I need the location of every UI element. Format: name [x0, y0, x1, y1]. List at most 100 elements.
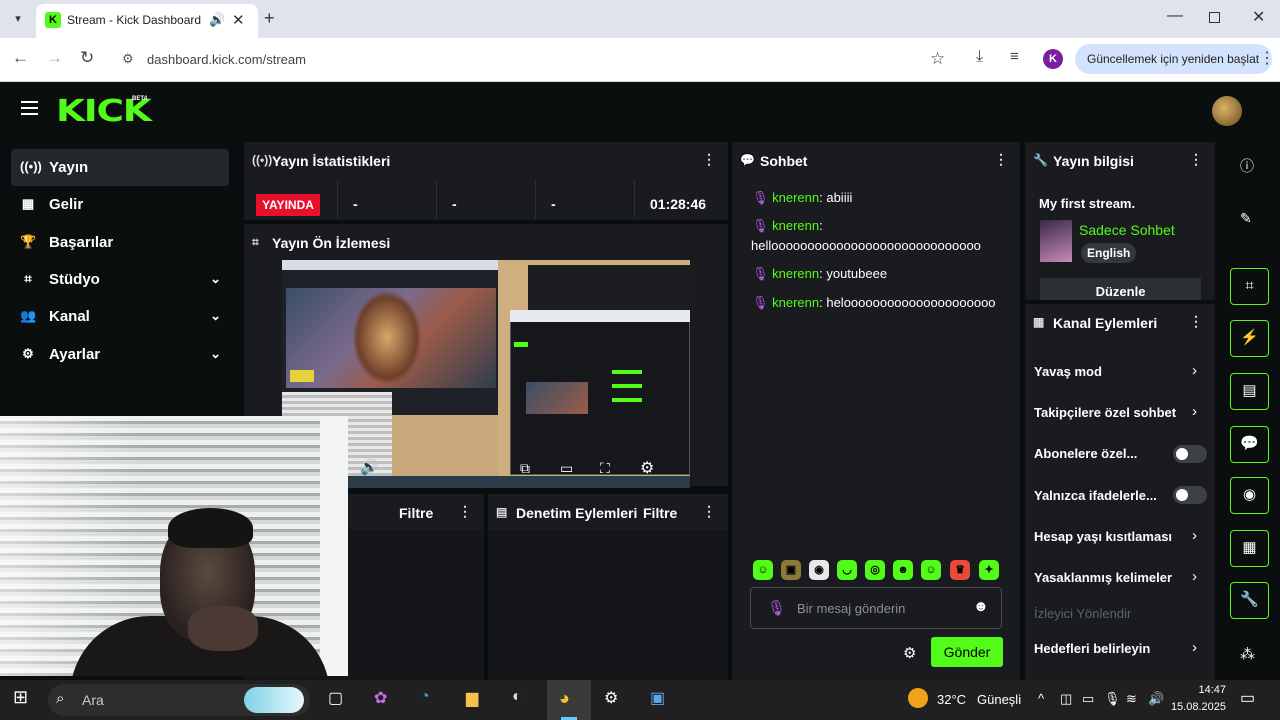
settings-icon[interactable]: ⚙ [604, 688, 618, 708]
set-goals-row[interactable]: Hedefleri belirleyin [1034, 641, 1150, 656]
more-options-icon[interactable]: ⋮ [1189, 151, 1203, 168]
update-restart-button[interactable]: Güncellemek için yeniden başlat [1075, 44, 1272, 74]
chevron-right-icon[interactable]: › [1192, 362, 1197, 379]
new-tab-icon[interactable]: + [264, 8, 275, 29]
site-info-icon[interactable]: ⚙ [122, 51, 134, 67]
tray-app-icon[interactable]: ◫ [1060, 691, 1072, 707]
emotes-only-toggle[interactable] [1173, 486, 1207, 504]
emote-icon[interactable]: ♛ [950, 560, 970, 580]
emote-icon[interactable]: ✦ [979, 560, 999, 580]
window-minimize-icon[interactable]: — [1167, 7, 1183, 25]
notifications-icon[interactable]: ▭ [1240, 688, 1255, 708]
slow-mode-row[interactable]: Yavaş mod [1034, 364, 1102, 379]
emote-icon[interactable]: ☺ [921, 560, 941, 580]
task-view-icon[interactable]: ▢ [328, 688, 343, 708]
filter-button[interactable]: Filtre [643, 505, 677, 521]
subscribers-only-toggle[interactable] [1173, 445, 1207, 463]
battery-icon[interactable]: ▭ [1082, 691, 1094, 707]
microphone-icon[interactable]: 🎙 [1104, 691, 1121, 707]
pip-icon[interactable]: ⧉ [520, 460, 530, 477]
tray-overflow-icon[interactable]: ^ [1038, 691, 1044, 706]
layout-icon[interactable]: ⁂ [1240, 645, 1255, 663]
theater-mode-icon[interactable]: ▭ [560, 460, 573, 477]
weather-description[interactable]: Güneşli [977, 692, 1021, 707]
chat-username[interactable]: knerenn [772, 295, 819, 310]
tab-search-icon[interactable]: ▾ [8, 9, 28, 29]
more-options-icon[interactable]: ⋮ [994, 151, 1008, 168]
sidebar-item-studyo[interactable]: ⌗ Stüdyo ⌄ [11, 261, 229, 298]
clock-date[interactable]: 15.08.2025 [1166, 701, 1226, 713]
emote-icon[interactable]: ▣ [781, 560, 801, 580]
account-age-row[interactable]: Hesap yaşı kısıtlaması [1034, 529, 1172, 544]
edit-pencil-icon[interactable]: ✎ [1240, 210, 1252, 227]
more-options-icon[interactable]: ⋮ [1189, 313, 1203, 330]
windows-start-icon[interactable]: ⊞ [13, 687, 28, 708]
emote-icon[interactable]: ☺ [753, 560, 773, 580]
file-explorer-icon[interactable]: ▆ [466, 688, 478, 708]
chat-username[interactable]: knerenn [772, 266, 819, 281]
chevron-right-icon[interactable]: › [1192, 403, 1197, 420]
send-message-button[interactable]: Gönder [931, 637, 1003, 667]
url-text[interactable]: dashboard.kick.com/stream [147, 52, 306, 67]
chat-message[interactable]: 🎙 knerenn: youtubeee [752, 266, 887, 282]
volume-icon[interactable]: 🔊 [1148, 691, 1164, 707]
category-link[interactable]: Sadece Sohbet [1079, 222, 1175, 238]
download-icon[interactable]: ⤓ [976, 48, 983, 66]
chat-message-input[interactable]: 🎙 Bir mesaj gönderin ☻ [750, 587, 1002, 629]
more-options-icon[interactable]: ⋮ [702, 151, 716, 168]
chat-message[interactable]: 🎙 knerenn: abiiii [752, 190, 852, 206]
chrome-taskbar-active[interactable]: ◕ [547, 680, 591, 720]
chevron-right-icon[interactable]: › [1192, 639, 1197, 656]
browser-menu-icon[interactable]: ⋮ [1259, 48, 1275, 68]
tab-audio-icon[interactable]: 🔊 [209, 12, 225, 28]
hamburger-menu-icon[interactable] [21, 101, 38, 115]
emoji-picker-icon[interactable]: ☻ [973, 598, 989, 615]
tool-button-moderation[interactable]: ▤ [1230, 373, 1269, 410]
followers-only-row[interactable]: Takipçilere özel sohbet [1034, 405, 1176, 420]
address-bar[interactable]: ⚙ dashboard.kick.com/stream ☆ [112, 44, 962, 76]
chat-settings-gear-icon[interactable]: ⚙ [903, 644, 916, 662]
info-icon[interactable]: ⓘ [1240, 156, 1254, 176]
tool-button-stream-info[interactable]: 🔧 [1230, 582, 1269, 619]
tool-button-quick-actions[interactable]: ⚡ [1230, 320, 1269, 357]
tool-button-preview[interactable]: ⌗ [1230, 268, 1269, 305]
volume-icon[interactable]: 🔊 [360, 458, 379, 476]
browser-tab-active[interactable]: K Stream - Kick Dashboard 🔊 ✕ [36, 4, 258, 38]
sidebar-item-gelir[interactable]: ▦ Gelir [11, 186, 229, 223]
chat-username[interactable]: knerenn [772, 190, 819, 205]
chat-message[interactable]: 🎙 knerenn: helooooooooooooooooooooo [752, 295, 996, 311]
more-options-icon[interactable]: ⋮ [702, 503, 716, 520]
emote-icon[interactable]: ◎ [865, 560, 885, 580]
remote-desktop-icon[interactable]: ▣ [650, 688, 665, 708]
tool-button-chat[interactable]: 💬 [1230, 426, 1269, 463]
media-control-icon[interactable]: ≡ [1010, 48, 1019, 65]
chevron-right-icon[interactable]: › [1192, 568, 1197, 585]
emote-icon[interactable]: ◡ [837, 560, 857, 580]
forward-icon[interactable]: → [46, 48, 63, 68]
edit-stream-button[interactable]: Düzenle [1040, 278, 1201, 300]
user-avatar[interactable] [1212, 96, 1242, 126]
tool-button-stats[interactable]: ◉ [1230, 477, 1269, 514]
taskbar-search-box[interactable]: ⌕ Ara [48, 684, 310, 716]
chevron-right-icon[interactable]: › [1192, 527, 1197, 544]
filter-button[interactable]: Filtre [399, 505, 433, 521]
sidebar-item-basarilar[interactable]: 🏆 Başarılar [11, 224, 229, 261]
tab-close-icon[interactable]: ✕ [232, 11, 245, 29]
wifi-icon[interactable]: ≋ [1126, 691, 1137, 707]
tool-button-channel-actions[interactable]: ▦ [1230, 530, 1269, 567]
emote-icon[interactable]: ☻ [893, 560, 913, 580]
sidebar-item-yayin[interactable]: ((•)) Yayın [11, 149, 229, 186]
obs-icon[interactable]: ◐ [512, 688, 522, 706]
weather-temperature[interactable]: 32°C [937, 692, 966, 707]
reload-icon[interactable]: ↻ [80, 48, 94, 68]
fullscreen-icon[interactable]: ⛶ [600, 460, 610, 477]
banned-words-row[interactable]: Yasaklanmış kelimeler [1034, 570, 1172, 585]
sidebar-item-kanal[interactable]: 👥 Kanal ⌄ [11, 298, 229, 335]
window-close-icon[interactable]: ✕ [1252, 7, 1265, 27]
chat-username[interactable]: knerenn [772, 218, 819, 233]
clock-time[interactable]: 14:47 [1186, 684, 1226, 696]
weather-sun-icon[interactable] [908, 688, 928, 708]
category-thumbnail[interactable] [1040, 220, 1072, 262]
browser-profile-avatar[interactable]: K [1043, 49, 1063, 69]
edge-icon[interactable]: ◔ [420, 688, 430, 706]
